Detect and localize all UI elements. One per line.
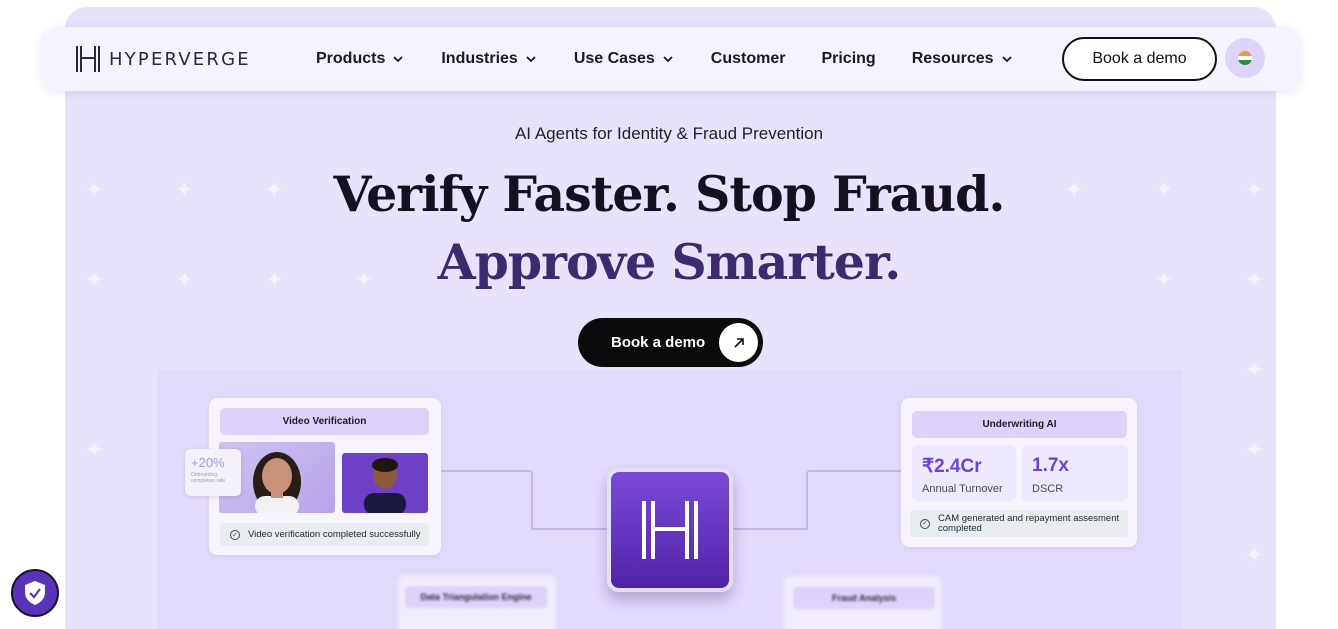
hero-headline-line1: Verify Faster. Stop Fraud.: [333, 165, 1006, 223]
video-call-photo-secondary: [342, 453, 428, 513]
region-selector-button[interactable]: [1225, 38, 1265, 78]
shield-check-icon: [25, 581, 45, 605]
nav-item-label: Pricing: [821, 50, 876, 67]
hero-headline-line2: Approve Smarter.: [437, 233, 902, 291]
hyperverge-logo-icon: [75, 45, 101, 73]
metric-label: DSCR: [1032, 483, 1064, 495]
metric-value: 1.7x: [1032, 455, 1069, 476]
metric-annual-turnover: ₹2.4Cr Annual Turnover: [912, 445, 1016, 501]
nav-item-label: Customer: [710, 50, 786, 67]
top-navigation: HYPERVERGE Products Industries Use Cases…: [41, 27, 1301, 91]
metric-dscr: 1.7x DSCR: [1022, 445, 1128, 501]
hyperverge-hub-icon: [607, 468, 733, 592]
brand-logo[interactable]: HYPERVERGE: [75, 45, 251, 73]
nav-item-label: Products: [316, 50, 386, 67]
check-circle-icon: ✓: [920, 518, 930, 529]
onboarding-rate-tooltip: +20% Onboarding completion rate: [185, 449, 241, 496]
privacy-settings-button[interactable]: [11, 569, 59, 617]
nav-item-label: Resources: [911, 50, 994, 67]
book-demo-nav-button[interactable]: Book a demo: [1062, 37, 1217, 81]
chevron-down-icon: [393, 56, 403, 63]
connector-line: [441, 470, 533, 530]
underwriting-ai-card: Underwriting AI ₹2.4Cr Annual Turnover 1…: [901, 398, 1137, 547]
nav-item-label: Use Cases: [573, 50, 655, 67]
card-title: Video Verification: [220, 408, 429, 435]
video-verification-card: Video Verification ✓ Video verification …: [209, 398, 441, 555]
page: ✦ ✦ ✦ ✦ ✦ ✦ ✦ ✦ ✦ ✦ ✦ ✦ ✦ ✦ ✦ ✦ HYPERVER…: [0, 0, 1338, 629]
nav-item-pricing[interactable]: Pricing: [821, 50, 875, 68]
sparkle-decoration: ✦: [1245, 542, 1264, 567]
india-flag-icon: [1238, 51, 1252, 65]
brand-name: HYPERVERGE: [109, 48, 251, 70]
underwriting-status: ✓ CAM generated and repayment assesment …: [910, 510, 1128, 537]
nav-item-customer[interactable]: Customer: [711, 50, 786, 68]
connector-line: [531, 528, 609, 530]
nav-item-products[interactable]: Products: [316, 50, 405, 68]
nav-item-label: Industries: [441, 50, 518, 67]
nav-item-resources[interactable]: Resources: [912, 50, 1014, 68]
card-title: Underwriting AI: [912, 411, 1127, 438]
sparkle-decoration: ✦: [1245, 357, 1264, 382]
book-demo-label: Book a demo: [611, 334, 706, 351]
tooltip-value: +20%: [191, 455, 225, 470]
metric-label: Annual Turnover: [922, 483, 1003, 495]
nav-item-use-cases[interactable]: Use Cases: [574, 50, 675, 68]
connector-line: [733, 528, 808, 530]
chevron-down-icon: [526, 56, 536, 63]
check-circle-icon: ✓: [230, 529, 240, 540]
connector-line: [806, 470, 902, 530]
blurred-card-title: Data Triangulation Engine: [405, 586, 547, 608]
metric-value: ₹2.4Cr: [922, 456, 982, 477]
arrow-up-right-icon: [719, 323, 758, 362]
status-text: CAM generated and repayment assesment co…: [938, 512, 1120, 534]
nav-item-industries[interactable]: Industries: [441, 50, 537, 68]
video-verification-status: ✓ Video verification completed successfu…: [220, 523, 429, 546]
book-demo-hero-button[interactable]: Book a demo: [578, 318, 763, 367]
chevron-down-icon: [663, 56, 673, 63]
main-menu: Products Industries Use Cases Customer P…: [316, 27, 1050, 91]
hero-eyebrow: AI Agents for Identity & Fraud Preventio…: [514, 124, 824, 143]
status-text: Video verification completed successfull…: [248, 529, 421, 540]
tooltip-label: Onboarding completion rate: [191, 472, 226, 484]
sparkle-decoration: ✦: [85, 437, 104, 462]
blurred-card-title: Fraud Analysis: [793, 587, 935, 609]
chevron-down-icon: [1001, 56, 1012, 63]
sparkle-decoration: ✦: [1245, 437, 1264, 462]
